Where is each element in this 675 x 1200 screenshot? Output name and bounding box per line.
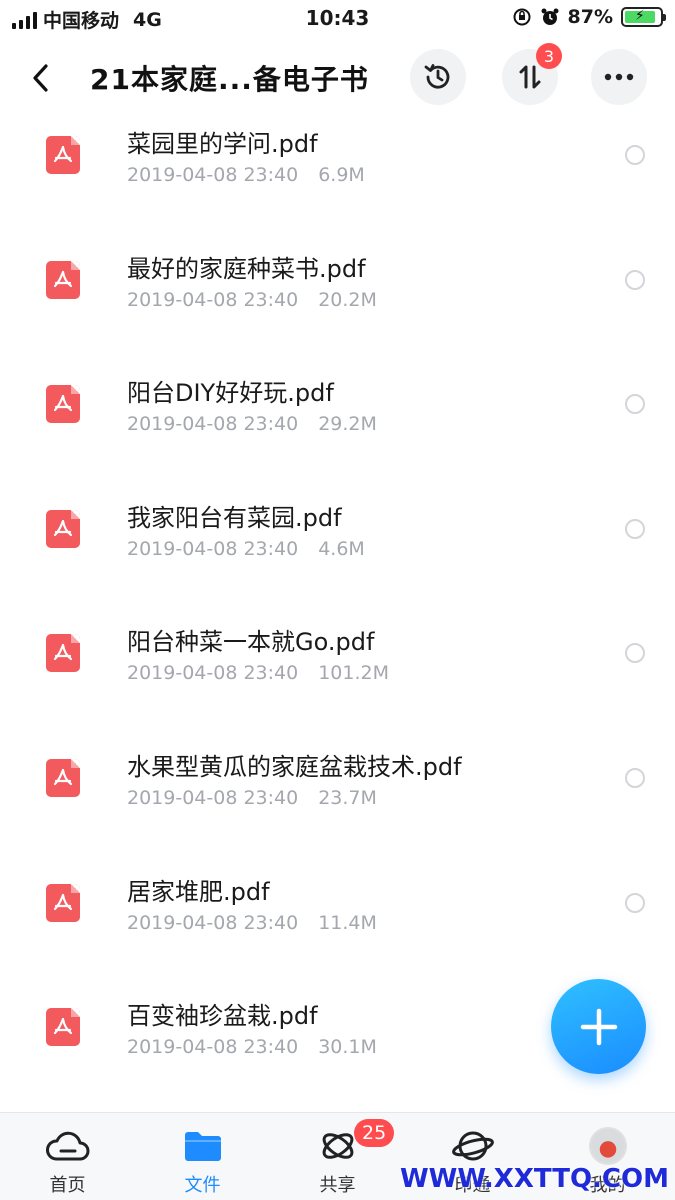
pdf-icon — [46, 758, 80, 797]
select-checkbox[interactable] — [625, 269, 645, 290]
file-size: 4.6M — [318, 537, 365, 560]
file-meta: 2019-04-08 23:40 6.9M — [127, 164, 365, 186]
select-checkbox[interactable] — [625, 394, 645, 415]
file-row[interactable]: 最好的家庭种菜书.pdf 2019-04-08 23:40 20.2M — [0, 233, 675, 358]
file-size: 30.1M — [318, 1036, 377, 1059]
pdf-icon — [46, 385, 80, 424]
file-size: 29.2M — [318, 413, 377, 436]
nav-bar: 21本家庭...备电子书 3 — [0, 40, 675, 116]
pdf-icon — [46, 634, 80, 673]
pdf-icon — [46, 509, 80, 548]
more-icon — [604, 73, 634, 81]
file-name: 我家阳台有菜园.pdf — [127, 503, 342, 532]
status-bar: 中国移动 4G 10:43 87% ⚡ — [0, 0, 675, 40]
file-row[interactable]: 我家阳台有菜园.pdf 2019-04-08 23:40 4.6M — [0, 482, 675, 607]
battery-icon: ⚡ — [621, 7, 666, 27]
status-right: 87% ⚡ — [512, 6, 666, 28]
select-checkbox[interactable] — [625, 518, 645, 539]
pdf-icon — [46, 883, 80, 922]
file-meta: 2019-04-08 23:40 4.6M — [127, 538, 365, 560]
pdf-icon — [46, 136, 80, 174]
folder-icon — [135, 1127, 270, 1165]
select-checkbox[interactable] — [625, 145, 645, 165]
transfer-badge: 3 — [536, 43, 562, 69]
file-name: 水果型黄瓜的家庭盆栽技术.pdf — [127, 752, 462, 781]
file-meta: 2019-04-08 23:40 101.2M — [127, 662, 389, 684]
file-date: 2019-04-08 23:40 — [127, 288, 299, 311]
file-meta: 2019-04-08 23:40 11.4M — [127, 912, 377, 934]
history-icon — [424, 64, 450, 89]
file-row[interactable]: 阳台种菜一本就Go.pdf 2019-04-08 23:40 101.2M — [0, 606, 675, 731]
file-list: 菜园里的学问.pdf 2019-04-08 23:40 6.9M 最好的家庭种菜书… — [0, 108, 675, 1105]
file-name: 百变袖珍盆栽.pdf — [127, 1002, 318, 1031]
file-row[interactable]: 菜园里的学问.pdf 2019-04-08 23:40 6.9M — [0, 108, 675, 233]
more-button[interactable] — [591, 49, 647, 105]
file-date: 2019-04-08 23:40 — [127, 911, 299, 934]
file-date: 2019-04-08 23:40 — [127, 537, 299, 560]
file-name: 阳台种菜一本就Go.pdf — [127, 628, 375, 657]
file-row[interactable]: 居家堆肥.pdf 2019-04-08 23:40 11.4M — [0, 856, 675, 981]
file-size: 101.2M — [318, 662, 390, 685]
tab-share[interactable]: 25 共享 — [270, 1113, 405, 1200]
file-size: 20.2M — [318, 288, 377, 311]
page-title: 21本家庭...备电子书 — [90, 63, 369, 96]
file-date: 2019-04-08 23:40 — [127, 786, 299, 809]
select-checkbox[interactable] — [625, 643, 645, 664]
file-meta: 2019-04-08 23:40 29.2M — [127, 413, 377, 435]
file-name: 菜园里的学问.pdf — [127, 130, 318, 158]
file-date: 2019-04-08 23:40 — [127, 1036, 299, 1059]
file-name: 居家堆肥.pdf — [127, 877, 270, 906]
plus-icon — [580, 1008, 617, 1045]
avatar-wrap — [540, 1127, 675, 1165]
cloud-icon — [0, 1127, 135, 1165]
chevron-left-icon — [33, 64, 48, 92]
history-button[interactable] — [410, 49, 466, 105]
file-date: 2019-04-08 23:40 — [127, 164, 299, 186]
file-size: 11.4M — [318, 911, 377, 934]
file-row[interactable]: 水果型黄瓜的家庭盆栽技术.pdf 2019-04-08 23:40 23.7M — [0, 731, 675, 856]
file-date: 2019-04-08 23:40 — [127, 413, 299, 436]
rotation-lock-icon — [513, 8, 531, 26]
file-name: 最好的家庭种菜书.pdf — [127, 254, 366, 283]
tab-label: 共享 — [319, 1175, 356, 1196]
select-checkbox[interactable] — [625, 767, 645, 788]
tab-label: 首页 — [49, 1175, 86, 1196]
share-badge: 25 — [354, 1119, 395, 1147]
pdf-icon — [46, 260, 80, 299]
transfer-button[interactable]: 3 — [502, 43, 562, 105]
file-meta: 2019-04-08 23:40 20.2M — [127, 289, 377, 311]
file-meta: 2019-04-08 23:40 23.7M — [127, 787, 377, 809]
battery-percent: 87% — [567, 6, 613, 28]
select-checkbox[interactable] — [625, 892, 645, 913]
planet-icon — [405, 1127, 540, 1165]
file-row[interactable]: 阳台DIY好好玩.pdf 2019-04-08 23:40 29.2M — [0, 357, 675, 482]
file-name: 阳台DIY好好玩.pdf — [127, 379, 334, 408]
file-meta: 2019-04-08 23:40 30.1M — [127, 1036, 377, 1058]
alarm-icon — [541, 8, 559, 25]
watermark: WWW.XXTTQ.COM — [400, 1164, 669, 1194]
pdf-icon — [46, 1008, 80, 1047]
tab-label: 文件 — [184, 1175, 221, 1196]
add-button[interactable] — [551, 979, 646, 1074]
avatar — [588, 1127, 627, 1165]
back-button[interactable] — [22, 58, 58, 98]
file-size: 6.9M — [318, 164, 365, 186]
file-size: 23.7M — [318, 786, 377, 809]
file-date: 2019-04-08 23:40 — [127, 662, 299, 685]
tab-files[interactable]: 文件 — [135, 1113, 270, 1200]
tab-home[interactable]: 首页 — [0, 1113, 135, 1200]
